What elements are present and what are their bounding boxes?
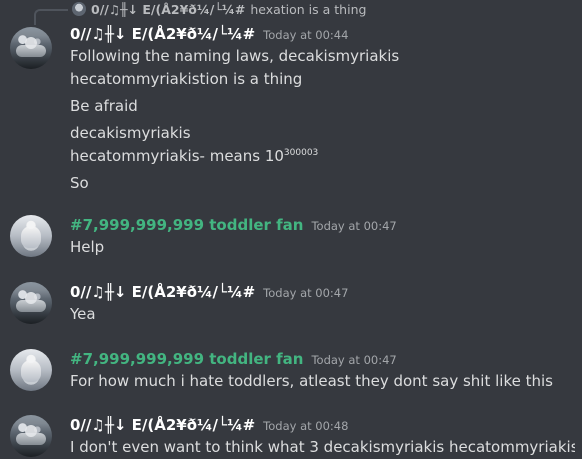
reply-content[interactable]: 0//♫╫↓ E/(Å2¥ð¼/└¼# hexation is a thing (72, 1, 366, 17)
avatar[interactable] (10, 349, 52, 391)
avatar[interactable] (10, 282, 52, 324)
username[interactable]: 0//♫╫↓ E/(Å2¥ð¼/└¼# (70, 415, 255, 435)
message-header: #7,999,999,999 toddler fan Today at 00:4… (70, 215, 575, 236)
timestamp: Today at 00:47 (311, 219, 397, 233)
message-line: hecatommyriakis- means 10300003 (70, 145, 575, 168)
timestamp: Today at 00:47 (263, 286, 349, 300)
reply-connector (34, 9, 68, 25)
message-line: For how much i hate toddlers, atleast th… (70, 372, 553, 390)
reply-username[interactable]: 0//♫╫↓ E/(Å2¥ð¼/└¼# (91, 2, 245, 17)
exponent: 300003 (283, 148, 319, 158)
message-content: 0//♫╫↓ E/(Å2¥ð¼/└¼# Today at 00:47 Yea (70, 282, 575, 326)
message-line: Help (70, 238, 105, 256)
reply-text: hexation is a thing (250, 1, 367, 17)
timestamp: Today at 00:48 (263, 419, 349, 433)
username[interactable]: 0//♫╫↓ E/(Å2¥ð¼/└¼# (70, 24, 255, 44)
timestamp: Today at 00:47 (311, 353, 397, 367)
message-line: Following the naming laws, decakismyriak… (70, 47, 400, 65)
reply-avatar (72, 2, 86, 16)
avatar[interactable] (10, 415, 52, 457)
message-line: hecatommyriakistion is a thing (70, 70, 303, 88)
avatar[interactable] (10, 215, 52, 257)
avatar[interactable] (10, 27, 52, 69)
message-header: 0//♫╫↓ E/(Å2¥ð¼/└¼# Today at 00:44 (70, 24, 575, 45)
message-content: 0//♫╫↓ E/(Å2¥ð¼/└¼# Today at 00:48 I don… (70, 415, 575, 459)
message-line: decakismyriakis (70, 124, 191, 142)
username[interactable]: #7,999,999,999 toddler fan (70, 349, 303, 369)
message-line: Yea (70, 305, 96, 323)
message-text: hecatommyriakis- means 10 (70, 147, 284, 165)
message-line: So (70, 174, 89, 192)
username[interactable]: 0//♫╫↓ E/(Å2¥ð¼/└¼# (70, 282, 255, 302)
reply-preview[interactable]: 0//♫╫↓ E/(Å2¥ð¼/└¼# hexation is a thing (34, 0, 554, 25)
username[interactable]: #7,999,999,999 toddler fan (70, 215, 303, 235)
message-header: 0//♫╫↓ E/(Å2¥ð¼/└¼# Today at 00:47 (70, 282, 575, 303)
message-content: 0//♫╫↓ E/(Å2¥ð¼/└¼# Today at 00:44 Follo… (70, 24, 575, 195)
message-line: Be afraid (70, 97, 138, 115)
message-content: #7,999,999,999 toddler fan Today at 00:4… (70, 215, 575, 259)
message-line: I don't even want to think what 3 decaki… (70, 438, 575, 456)
message-header: #7,999,999,999 toddler fan Today at 00:4… (70, 349, 575, 370)
message-content: #7,999,999,999 toddler fan Today at 00:4… (70, 349, 575, 393)
timestamp: Today at 00:44 (263, 28, 349, 42)
message-header: 0//♫╫↓ E/(Å2¥ð¼/└¼# Today at 00:48 (70, 415, 575, 436)
